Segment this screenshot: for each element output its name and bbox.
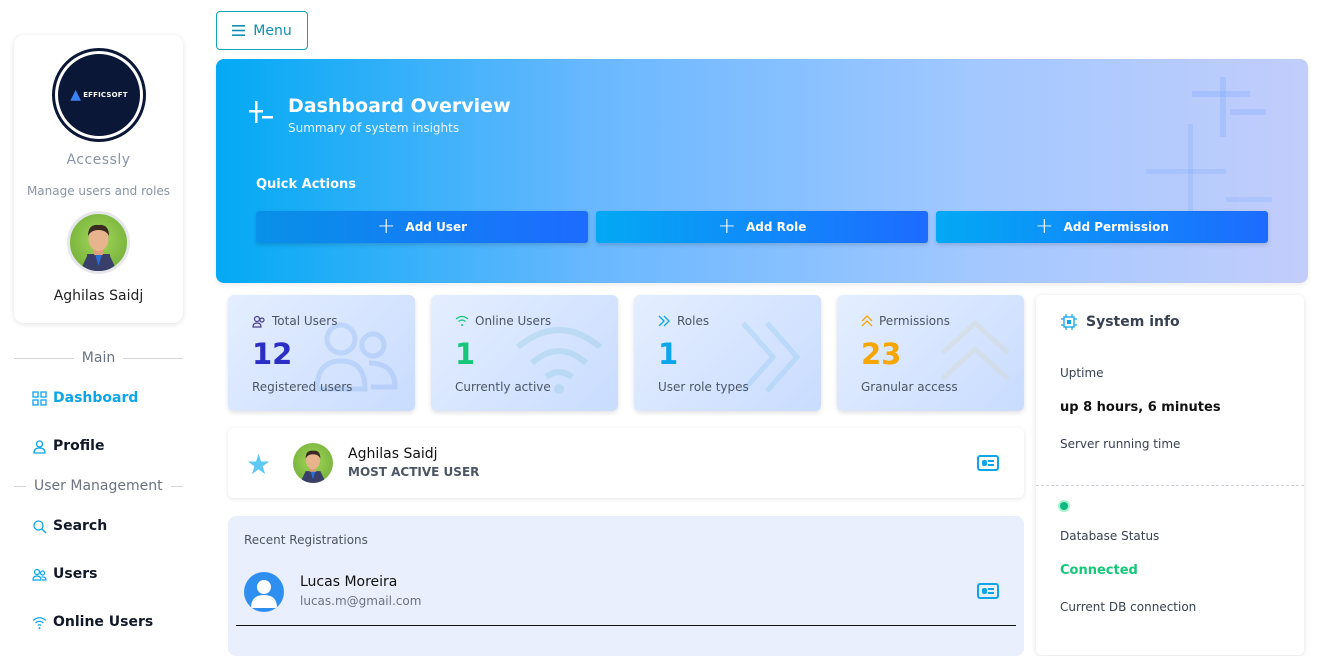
plus-icon: +	[376, 214, 396, 239]
sidebar-item-profile[interactable]: Profile	[32, 438, 104, 454]
stat-label: Roles	[677, 314, 710, 328]
plus-icon: +	[1035, 214, 1054, 239]
stat-value: 12	[252, 337, 293, 371]
stat-card-online-users[interactable]: Online Users 1 Currently active	[431, 295, 618, 411]
database-status-description: Current DB connection	[1060, 600, 1197, 614]
wifi-icon	[32, 616, 47, 629]
add-role-label: Add Role	[746, 220, 807, 234]
recent-registrations-title: Recent Registrations	[244, 533, 368, 547]
id-card-icon[interactable]	[977, 455, 999, 471]
app-description: Manage users and roles	[26, 184, 171, 198]
stat-card-total-users[interactable]: Total Users 12 Registered users	[228, 295, 415, 411]
database-status-label: Database Status	[1060, 529, 1160, 543]
logo-triangle-icon: ▲	[70, 87, 82, 103]
page-title: Dashboard Overview	[288, 95, 511, 117]
section-label: Main	[81, 350, 116, 366]
uptime-label: Uptime	[1060, 366, 1104, 380]
registration-email: lucas.m@gmail.com	[300, 594, 422, 608]
stat-value: 1	[455, 337, 476, 371]
wifi-icon	[455, 315, 469, 326]
plus-minus-icon	[248, 99, 274, 132]
brand-card: ▲ EFFICSOFT Accessly Manage users and ro…	[14, 35, 183, 323]
stat-description: Currently active	[455, 380, 551, 394]
sidebar-item-online-users[interactable]: Online Users	[32, 614, 153, 630]
stat-value: 1	[658, 337, 679, 371]
add-user-button[interactable]: + Add User	[256, 211, 588, 243]
stat-card-roles[interactable]: Roles 1 User role types	[634, 295, 821, 411]
most-active-user-role: MOST ACTIVE USER	[348, 465, 480, 479]
stat-description: Registered users	[252, 380, 353, 394]
plus-icon: +	[717, 214, 737, 239]
add-user-label: Add User	[405, 220, 468, 234]
avatar[interactable]	[244, 572, 284, 612]
status-dot-icon	[1060, 502, 1068, 510]
search-icon	[33, 519, 47, 533]
stat-description: Granular access	[861, 380, 958, 394]
users-icon	[32, 568, 47, 581]
sidebar-item-label: Users	[53, 566, 98, 582]
sidebar-item-label: Dashboard	[53, 390, 139, 406]
menu-button[interactable]: Menu	[216, 11, 308, 50]
person-avatar-icon	[80, 224, 117, 271]
id-card-icon[interactable]	[977, 583, 999, 599]
quick-actions-title: Quick Actions	[256, 177, 357, 192]
hamburger-icon	[232, 25, 246, 36]
menu-button-label: Menu	[253, 22, 292, 39]
system-info-panel: System info Uptime up 8 hours, 6 minutes…	[1036, 295, 1304, 655]
stat-label: Online Users	[475, 314, 552, 328]
avatar[interactable]	[293, 443, 333, 483]
add-permission-label: Add Permission	[1063, 220, 1169, 234]
chevrons-up-bg-icon	[940, 319, 1010, 381]
registration-name: Lucas Moreira	[300, 574, 398, 590]
chevrons-up-icon	[861, 315, 873, 327]
sidebar: ▲ EFFICSOFT Accessly Manage users and ro…	[0, 0, 198, 637]
stat-description: User role types	[658, 380, 749, 394]
most-active-user-card: ★ Aghilas Saidj MOST ACTIVE USER	[228, 428, 1024, 498]
avatar[interactable]	[67, 211, 130, 274]
system-info-title: System info	[1086, 314, 1180, 330]
cpu-icon	[1061, 314, 1077, 330]
database-status-value: Connected	[1060, 563, 1138, 578]
grid-icon	[32, 390, 47, 406]
chevrons-right-icon	[658, 315, 670, 327]
dashboard-hero: Dashboard Overview Summary of system ins…	[216, 59, 1308, 283]
section-separator-main: Main	[14, 350, 184, 366]
sidebar-item-users[interactable]: Users	[32, 566, 97, 582]
app-logo: ▲ EFFICSOFT	[55, 51, 143, 139]
person-avatar-icon	[300, 450, 326, 483]
stat-label: Total Users	[272, 314, 338, 328]
uptime-description: Server running time	[1060, 437, 1181, 451]
user-avatar-icon	[251, 580, 277, 608]
user-icon	[33, 439, 46, 454]
logo-text: EFFICSOFT	[83, 91, 128, 99]
section-separator-user-management: User Management	[14, 478, 183, 494]
star-icon: ★	[246, 448, 272, 481]
most-active-user-name: Aghilas Saidj	[348, 446, 438, 462]
stat-label: Permissions	[879, 314, 950, 328]
stat-value: 23	[861, 337, 902, 371]
recent-registrations-panel: Recent Registrations Lucas Moreira lucas…	[228, 516, 1024, 656]
uptime-value: up 8 hours, 6 minutes	[1060, 400, 1221, 415]
add-role-button[interactable]: + Add Role	[596, 211, 928, 243]
sidebar-item-label: Search	[53, 518, 108, 534]
page-subtitle: Summary of system insights	[288, 121, 460, 135]
sidebar-item-dashboard[interactable]: Dashboard	[32, 390, 138, 406]
sidebar-user-name: Aghilas Saidj	[53, 288, 144, 304]
stat-card-permissions[interactable]: Permissions 23 Granular access	[837, 295, 1024, 411]
app-name: Accessly	[66, 152, 131, 168]
section-label: User Management	[34, 478, 163, 494]
sidebar-item-search[interactable]: Search	[32, 518, 107, 534]
users-icon	[252, 315, 265, 328]
sidebar-item-label: Online Users	[53, 614, 154, 630]
divider	[236, 625, 1016, 626]
sidebar-item-label: Profile	[53, 438, 105, 454]
add-permission-button[interactable]: + Add Permission	[936, 211, 1268, 243]
divider	[1036, 485, 1304, 486]
